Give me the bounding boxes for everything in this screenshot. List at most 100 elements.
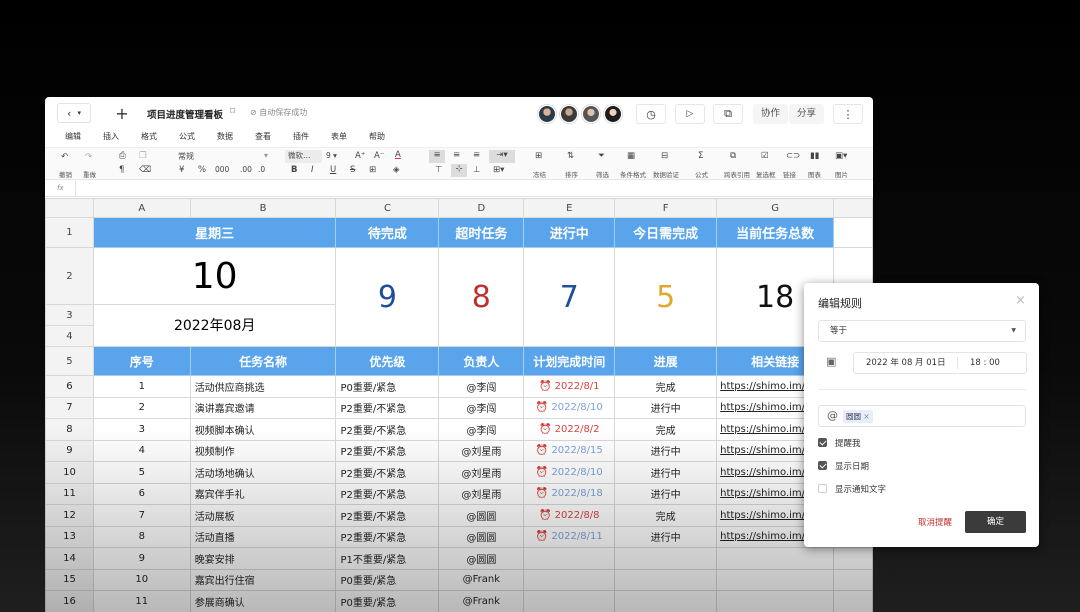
play-button[interactable]: ▷ xyxy=(675,104,705,124)
cell-priority[interactable]: P2重要/不紧急 xyxy=(335,418,440,441)
cell-due-date[interactable]: ⏰ 2022/8/11 xyxy=(523,525,616,548)
column-header-empty[interactable] xyxy=(833,198,873,218)
row-header[interactable]: 8 xyxy=(45,418,94,441)
day-cell[interactable]: 10 xyxy=(92,247,337,305)
column-header[interactable]: A xyxy=(92,198,191,218)
italic-button[interactable]: I xyxy=(311,165,314,175)
header-owner[interactable]: 负责人 xyxy=(438,346,525,376)
mention-tag[interactable]: 圆圆 × xyxy=(843,410,873,423)
thousands-button[interactable]: 000 xyxy=(215,165,229,174)
cell-owner[interactable]: @Frank xyxy=(438,568,525,591)
cell-owner[interactable]: @李闯 xyxy=(438,396,525,419)
menu-item-insert[interactable]: 插入 xyxy=(103,131,119,145)
cell-link[interactable] xyxy=(716,590,835,612)
mention-input[interactable]: @ 圆圆 × xyxy=(818,405,1026,427)
in-progress-header-cell[interactable]: 进行中 xyxy=(523,217,616,248)
header-status[interactable]: 进展 xyxy=(614,346,718,376)
paint-format-icon[interactable]: ¶ xyxy=(119,165,124,175)
cell-status[interactable] xyxy=(614,590,718,612)
print-icon[interactable]: ⎙ xyxy=(119,151,126,161)
menu-item-view[interactable]: 查看 xyxy=(255,131,271,145)
link-icon[interactable]: ⊂⊃ xyxy=(786,151,800,161)
wrap-text-icon[interactable]: ⇥▾ xyxy=(489,150,515,163)
cell-no[interactable]: 4 xyxy=(92,439,191,462)
row-header[interactable]: 13 xyxy=(45,525,94,548)
decimal-remove-button[interactable]: .0 xyxy=(258,165,265,174)
row-header[interactable]: 12 xyxy=(45,504,94,527)
row-header[interactable]: 1 xyxy=(45,217,94,248)
cell-owner[interactable]: @李闯 xyxy=(438,375,525,398)
cell-due-date[interactable]: ⏰ 2022/8/10 xyxy=(523,396,616,419)
cell-priority[interactable]: P2重要/不紧急 xyxy=(335,396,440,419)
cell-no[interactable]: 1 xyxy=(92,375,191,398)
row-header[interactable]: 6 xyxy=(45,375,94,398)
cell-due-date[interactable]: ⏰ 2022/8/1 xyxy=(523,375,616,398)
cross-reference-icon[interactable]: ⧉ xyxy=(730,151,736,161)
menu-item-formula[interactable]: 公式 xyxy=(179,131,195,145)
row-header[interactable]: 4 xyxy=(45,325,94,347)
weekday-cell[interactable]: 星期三 xyxy=(92,217,337,248)
share-button[interactable]: 分享 xyxy=(789,104,825,124)
row-header[interactable]: 11 xyxy=(45,482,94,505)
valign-middle-icon[interactable]: ⊹ xyxy=(451,164,467,177)
cell-task[interactable]: 活动直播 xyxy=(189,525,337,548)
image-icon[interactable]: ▣▾ xyxy=(835,151,847,161)
strikethrough-button[interactable]: S xyxy=(350,165,355,175)
month-cell[interactable]: 2022年08月 xyxy=(92,304,337,347)
cell-owner[interactable]: @圆圆 xyxy=(438,547,525,570)
cell-status[interactable]: 完成 xyxy=(614,504,718,527)
cell-priority[interactable]: P2重要/不紧急 xyxy=(335,504,440,527)
border-icon[interactable]: ⊞ xyxy=(369,165,376,175)
cell-priority[interactable]: P0重要/紧急 xyxy=(335,590,440,612)
doc-title[interactable]: 项目进度管理看板 xyxy=(147,107,223,121)
cell-task[interactable]: 视频制作 xyxy=(189,439,337,462)
cell-priority[interactable]: P2重要/不紧急 xyxy=(335,482,440,505)
font-grow-icon[interactable]: A⁺ xyxy=(355,151,365,161)
sum-icon[interactable]: Σ xyxy=(698,151,703,161)
header-no[interactable]: 序号 xyxy=(92,346,191,376)
due-today-count-cell[interactable]: 5 xyxy=(614,247,718,347)
cell-status[interactable]: 进行中 xyxy=(614,439,718,462)
font-color-icon[interactable]: A xyxy=(395,150,401,160)
cell-due-date[interactable]: ⏰ 2022/8/2 xyxy=(523,418,616,441)
due-today-header-cell[interactable]: 今日需完成 xyxy=(614,217,718,248)
underline-button[interactable]: U xyxy=(330,165,336,175)
cell-due-date[interactable] xyxy=(523,590,616,612)
avatar[interactable] xyxy=(538,105,556,123)
cell-priority[interactable]: P2重要/不紧急 xyxy=(335,461,440,484)
percent-button[interactable]: % xyxy=(198,165,206,175)
cell-priority[interactable]: P2重要/不紧急 xyxy=(335,525,440,548)
cancel-reminder-button[interactable]: 取消提醒 xyxy=(918,516,952,528)
cell-priority[interactable]: P0重要/紧急 xyxy=(335,375,440,398)
option-remind-me[interactable]: 提醒我 xyxy=(818,437,861,449)
sort-icon[interactable]: ⇅ xyxy=(567,151,574,161)
close-icon[interactable]: × xyxy=(1015,293,1026,308)
pending-count-cell[interactable]: 9 xyxy=(335,247,440,347)
overdue-header-cell[interactable]: 超时任务 xyxy=(438,217,525,248)
checkbox-icon[interactable]: ☑ xyxy=(761,151,769,161)
more-button[interactable]: ⋮ xyxy=(833,104,863,124)
cell-status[interactable]: 进行中 xyxy=(614,525,718,548)
column-header[interactable]: E xyxy=(523,198,616,218)
empty-cell[interactable] xyxy=(833,217,873,248)
cell-due-date[interactable] xyxy=(523,568,616,591)
menu-item-plugins[interactable]: 插件 xyxy=(293,131,309,145)
cell-due-date[interactable]: ⏰ 2022/8/10 xyxy=(523,461,616,484)
row-header[interactable]: 5 xyxy=(45,346,94,376)
header-task[interactable]: 任务名称 xyxy=(189,346,337,376)
redo-icon[interactable]: ↷ xyxy=(85,152,92,162)
cell-no[interactable]: 9 xyxy=(92,547,191,570)
fill-color-icon[interactable]: ◈ xyxy=(393,165,400,175)
cell-due-date[interactable]: ⏰ 2022/8/8 xyxy=(523,504,616,527)
cell-status[interactable]: 进行中 xyxy=(614,461,718,484)
cell-owner[interactable]: @圆圆 xyxy=(438,504,525,527)
row-header[interactable]: 14 xyxy=(45,547,94,570)
cell-status[interactable] xyxy=(614,568,718,591)
cell-link[interactable] xyxy=(716,568,835,591)
undo-icon[interactable]: ↶ xyxy=(61,152,68,162)
decimal-add-button[interactable]: .00 xyxy=(240,165,252,174)
date-value[interactable]: 2022 年 08 月 01日 xyxy=(866,353,946,373)
font-shrink-icon[interactable]: A⁻ xyxy=(374,151,384,161)
row-header[interactable]: 7 xyxy=(45,396,94,419)
pending-header-cell[interactable]: 待完成 xyxy=(335,217,440,248)
